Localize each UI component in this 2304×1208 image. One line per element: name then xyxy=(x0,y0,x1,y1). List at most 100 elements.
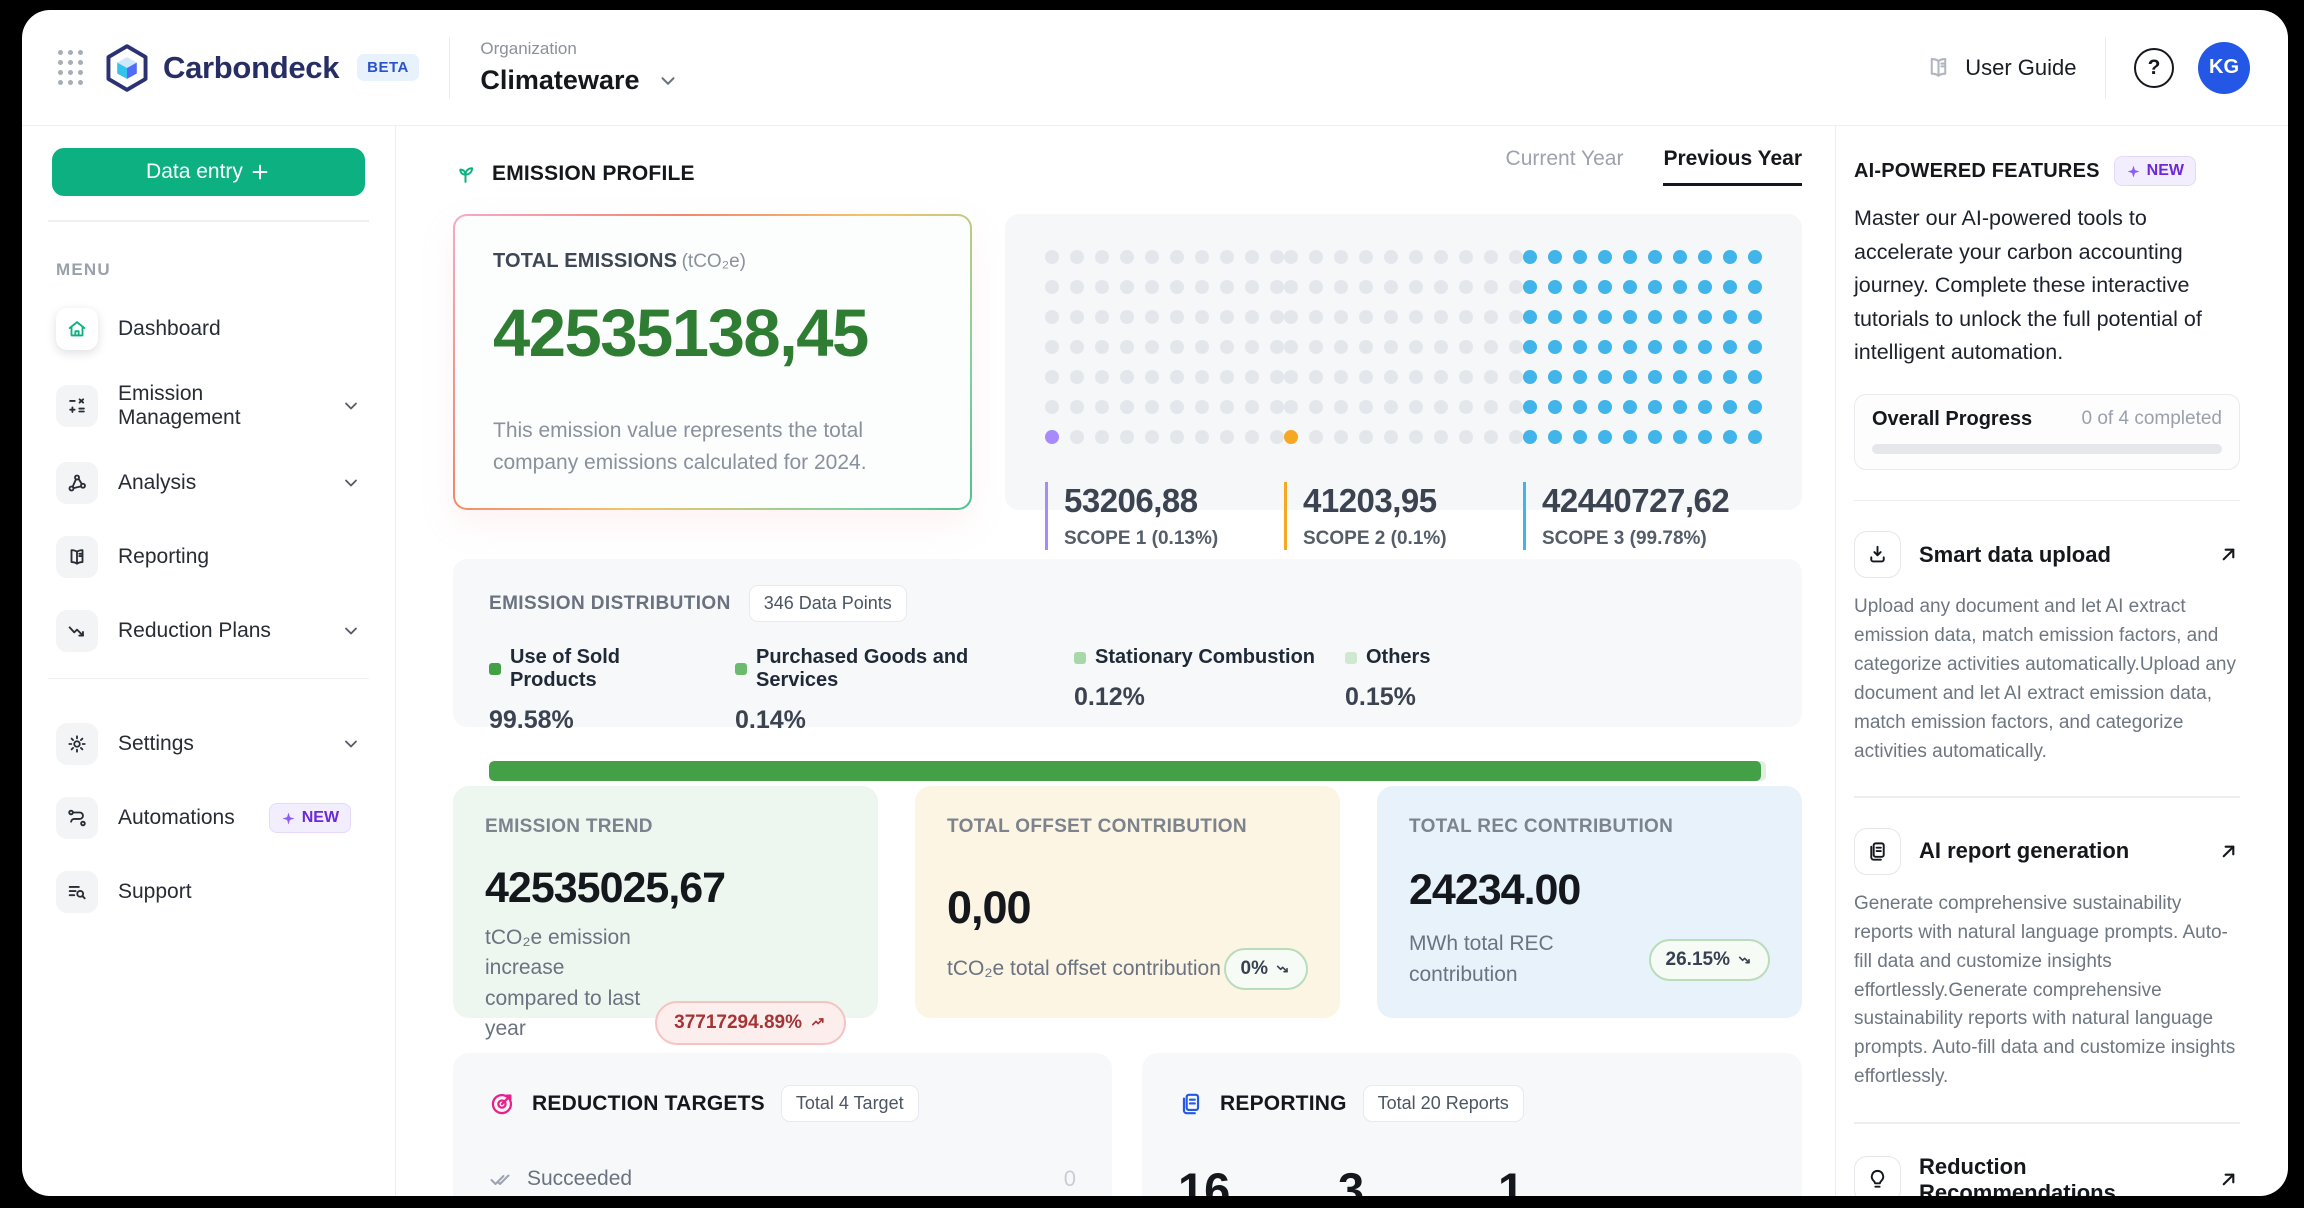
feature-description: Generate comprehensive sustainability re… xyxy=(1854,890,2240,1092)
section-title-label: EMISSION PROFILE xyxy=(492,162,695,186)
org-switcher[interactable]: Organization Climateware xyxy=(480,39,679,96)
double-check-icon xyxy=(489,1167,513,1191)
new-badge: NEW xyxy=(2114,156,2196,186)
data-points-badge: 346 Data Points xyxy=(749,585,907,622)
divider xyxy=(449,37,451,99)
avatar-initials: KG xyxy=(2209,56,2239,79)
beta-badge: BETA xyxy=(357,54,419,81)
sidebar-item-label: Automations xyxy=(118,806,235,830)
sidebar-item-settings[interactable]: Settings xyxy=(52,717,365,771)
arrow-up-right-icon[interactable] xyxy=(2217,840,2240,863)
chevron-down-icon[interactable] xyxy=(657,70,679,92)
legend-value: 0.12% xyxy=(1074,683,1321,712)
tab-current-year[interactable]: Current Year xyxy=(1506,147,1624,186)
legend-item: Use of Sold Products 99.58% xyxy=(489,646,711,735)
feature-reduction-recommendations[interactable]: Reduction Recommendations Upload any doc… xyxy=(1854,1154,2240,1196)
legend-swatch xyxy=(735,663,747,675)
divider xyxy=(1854,796,2240,798)
sidebar-item-emission-management[interactable]: Emission Management xyxy=(52,376,365,436)
progress-track xyxy=(1872,444,2222,454)
org-label: Organization xyxy=(480,39,679,59)
scope3-value: 42440727,62 xyxy=(1542,482,1762,520)
reporting-card: REPORTING Total 20 Reports 16 3 1 xyxy=(1142,1053,1802,1196)
sidebar-item-support[interactable]: Support xyxy=(52,865,365,919)
feature-title: AI report generation xyxy=(1919,838,2129,864)
documents-icon xyxy=(1178,1091,1204,1117)
ai-panel-title: AI-POWERED FEATURES xyxy=(1854,160,2100,183)
sidebar-item-reporting[interactable]: Reporting xyxy=(52,530,365,584)
feature-smart-data-upload[interactable]: Smart data upload Upload any document an… xyxy=(1854,531,2240,766)
data-entry-button[interactable]: Data entry xyxy=(52,148,365,196)
sparkle-icon xyxy=(2126,164,2141,179)
total-emissions-description: This emission value represents the total… xyxy=(493,415,932,478)
divider xyxy=(2105,37,2107,99)
legend-value: 99.58% xyxy=(489,706,711,735)
menu-section-label: MENU xyxy=(56,260,365,280)
app-window: Carbondeck BETA Organization Climateware… xyxy=(22,10,2288,1196)
report-stat-value: 3 xyxy=(1338,1162,1498,1196)
scope3-dot-grid xyxy=(1523,250,1762,444)
legend-label: Use of Sold Products xyxy=(510,646,711,692)
user-guide-button[interactable]: User Guide xyxy=(1925,54,2076,81)
sidebar-item-dashboard[interactable]: Dashboard xyxy=(52,302,365,356)
home-icon xyxy=(56,308,98,350)
brand-name: Carbondeck xyxy=(163,50,339,86)
avatar[interactable]: KG xyxy=(2198,42,2250,94)
total-rec-card: TOTAL REC CONTRIBUTION 24234.00 MWh tota… xyxy=(1377,786,1802,1018)
legend-item: Others 0.15% xyxy=(1345,646,1545,735)
arrow-up-right-icon[interactable] xyxy=(2217,543,2240,566)
sparkle-icon xyxy=(281,811,296,826)
report-stat-value: 1 xyxy=(1498,1162,1658,1196)
help-button[interactable]: ? xyxy=(2134,48,2174,88)
target-status-label: Succeeded xyxy=(527,1167,632,1191)
divider xyxy=(1854,1122,2240,1124)
divider xyxy=(1854,500,2240,502)
scope3-stat: 42440727,62 SCOPE 3 (99.78%) xyxy=(1523,482,1762,550)
trend-up-icon xyxy=(810,1014,827,1031)
trend-sub-text: tCO₂e emission increase compared to last… xyxy=(485,923,655,1045)
arrow-up-right-icon[interactable] xyxy=(2217,1168,2240,1191)
year-tabs: Current Year Previous Year xyxy=(1506,147,1802,186)
book-open-icon xyxy=(1925,54,1952,81)
total-emissions-label: TOTAL EMISSIONS xyxy=(493,250,677,272)
total-emissions-value: 42535138,45 xyxy=(493,295,932,372)
scope2-value: 41203,95 xyxy=(1303,482,1523,520)
progress-status: 0 of 4 completed xyxy=(2082,408,2222,430)
sidebar-item-label: Reporting xyxy=(118,545,209,569)
reporting-title: REPORTING xyxy=(1220,1092,1347,1116)
new-badge: NEW xyxy=(269,803,351,833)
list-search-icon xyxy=(56,871,98,913)
chevron-down-icon xyxy=(341,734,361,754)
legend-swatch xyxy=(1345,652,1357,664)
lightbulb-icon xyxy=(1854,1156,1901,1196)
feature-ai-report-generation[interactable]: AI report generation Generate comprehens… xyxy=(1854,828,2240,1092)
sidebar-item-reduction-plans[interactable]: Reduction Plans xyxy=(52,604,365,658)
sidebar-item-automations[interactable]: Automations NEW xyxy=(52,791,365,845)
sidebar-item-label: Support xyxy=(118,880,192,904)
new-badge-label: NEW xyxy=(2147,162,2184,180)
total-offset-card: TOTAL OFFSET CONTRIBUTION 0,00 tCO₂e tot… xyxy=(915,786,1340,1018)
trend-label: EMISSION TREND xyxy=(485,816,846,838)
ai-features-panel: AI-POWERED FEATURES NEW Master our AI-po… xyxy=(1835,126,2288,1196)
offset-sub-text: tCO₂e total offset contribution xyxy=(947,954,1221,984)
reports-total-badge: Total 20 Reports xyxy=(1363,1085,1524,1122)
reduction-targets-title: REDUCTION TARGETS xyxy=(532,1092,765,1116)
brand-logo[interactable]: Carbondeck BETA xyxy=(105,44,419,92)
total-emissions-unit: (tCO₂e) xyxy=(682,251,746,272)
data-entry-label: Data entry xyxy=(146,160,243,184)
document-icon xyxy=(1854,828,1901,875)
scope1-label: SCOPE 1 (0.13%) xyxy=(1064,528,1284,550)
sprout-icon xyxy=(453,161,478,186)
sidebar-item-analysis[interactable]: Analysis xyxy=(52,456,365,510)
sidebar-item-label: Settings xyxy=(118,732,194,756)
gear-icon xyxy=(56,723,98,765)
scope2-dot-grid xyxy=(1284,250,1523,444)
sidebar-item-label: Dashboard xyxy=(118,317,221,341)
route-icon xyxy=(56,797,98,839)
feature-title: Smart data upload xyxy=(1919,542,2111,568)
tab-previous-year[interactable]: Previous Year xyxy=(1663,147,1802,186)
app-launcher-icon[interactable] xyxy=(58,50,83,85)
trend-down-icon xyxy=(1275,961,1291,977)
distribution-bar xyxy=(489,761,1766,781)
scope1-dot-grid xyxy=(1045,250,1284,444)
